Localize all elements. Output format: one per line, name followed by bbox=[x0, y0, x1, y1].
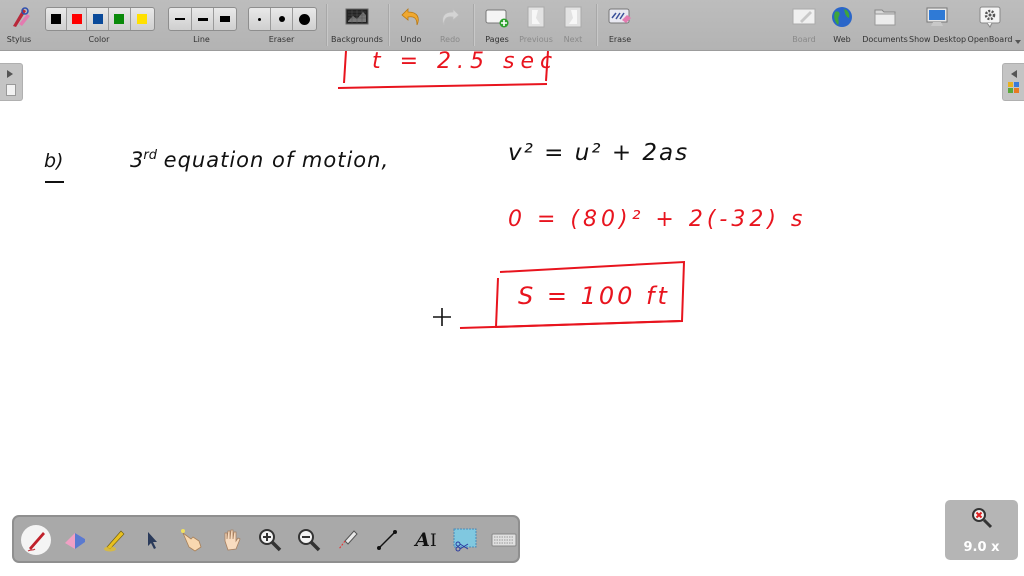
globe-icon bbox=[832, 7, 852, 27]
undo-label: Undo bbox=[400, 35, 422, 44]
arrow-cursor-icon bbox=[148, 532, 157, 549]
line-label: Line bbox=[193, 35, 210, 44]
next-page-button[interactable]: Next bbox=[556, 0, 590, 50]
eraser-tool[interactable] bbox=[60, 525, 90, 555]
undo-icon bbox=[401, 8, 419, 26]
ink-result: S = 100 ft bbox=[518, 282, 670, 310]
board-button[interactable]: Board bbox=[786, 0, 822, 50]
previous-page-icon bbox=[527, 6, 545, 28]
documents-label: Documents bbox=[862, 35, 908, 44]
folder-icon bbox=[874, 9, 896, 26]
ink-equation: v² = u² + 2as bbox=[508, 140, 690, 166]
web-label: Web bbox=[833, 35, 851, 44]
zoom-in-tool[interactable] bbox=[255, 525, 285, 555]
color-group: Color bbox=[45, 0, 153, 50]
ink-heading-text: equation of motion, bbox=[163, 148, 390, 172]
backgrounds-icon bbox=[345, 8, 369, 25]
ink-part-label: b) bbox=[44, 150, 64, 172]
erase-label: Erase bbox=[608, 35, 632, 44]
zoom-level: 9.0 x bbox=[963, 540, 1000, 555]
backgrounds-button[interactable]: Backgrounds bbox=[330, 0, 384, 50]
whiteboard-canvas[interactable] bbox=[0, 51, 1024, 515]
pages-label: Pages bbox=[485, 35, 509, 44]
highlighter-icon bbox=[104, 530, 125, 552]
line-icon bbox=[377, 530, 397, 550]
zoom-out-tool[interactable] bbox=[294, 525, 324, 555]
redo-button[interactable]: Redo bbox=[432, 0, 468, 50]
bottom-toolbar: AI bbox=[12, 515, 520, 563]
divider bbox=[596, 4, 597, 46]
ink-box-top-left bbox=[343, 51, 347, 84]
divider bbox=[473, 4, 474, 46]
laser-pointer-tool[interactable] bbox=[333, 525, 363, 555]
monitor-icon bbox=[926, 7, 948, 26]
undo-button[interactable]: Undo bbox=[393, 0, 429, 50]
openboard-label: OpenBoard bbox=[967, 35, 1013, 44]
board-label: Board bbox=[792, 35, 816, 44]
previous-page-button[interactable]: Previous bbox=[516, 0, 556, 50]
line-tool[interactable] bbox=[372, 525, 402, 555]
ink-heading-num: 3 bbox=[130, 148, 144, 172]
erase-button[interactable]: Erase bbox=[601, 0, 639, 50]
capture-icon bbox=[453, 528, 477, 552]
divider bbox=[388, 4, 389, 46]
capture-tool[interactable] bbox=[450, 525, 480, 555]
keyboard-tool[interactable] bbox=[489, 525, 519, 555]
previous-label: Previous bbox=[519, 35, 553, 44]
stylus-label: Stylus bbox=[6, 35, 32, 44]
top-toolbar: Stylus Color Line Eraser Backgrounds Und… bbox=[0, 0, 1024, 51]
crosshair-cursor-icon bbox=[433, 308, 451, 326]
eraser-icon bbox=[65, 533, 85, 549]
ink-heading: 3rd equation of motion, bbox=[130, 148, 389, 172]
redo-label: Redo bbox=[439, 35, 461, 44]
stylus-button[interactable]: Stylus bbox=[0, 0, 38, 50]
stylus-icon bbox=[13, 7, 30, 27]
pages-button[interactable]: Pages bbox=[478, 0, 516, 50]
dropdown-arrow-icon[interactable] bbox=[1015, 40, 1021, 44]
laser-pointer-icon bbox=[338, 530, 358, 550]
erase-board-icon bbox=[608, 8, 631, 24]
ink-box-top-bottom bbox=[337, 83, 548, 89]
text-tool[interactable]: AI bbox=[411, 525, 441, 555]
zoom-reset-icon bbox=[972, 508, 993, 529]
ink-result-underline bbox=[459, 320, 681, 329]
highlighter-tool[interactable] bbox=[99, 525, 129, 555]
pen-icon bbox=[21, 525, 51, 555]
redo-icon bbox=[442, 8, 460, 26]
documents-button[interactable]: Documents bbox=[862, 0, 908, 50]
selector-tool[interactable] bbox=[138, 525, 168, 555]
backgrounds-label: Backgrounds bbox=[331, 35, 383, 44]
show-desktop-button[interactable]: Show Desktop bbox=[909, 0, 967, 50]
next-page-icon bbox=[564, 6, 582, 28]
pointing-hand-icon bbox=[181, 529, 202, 552]
text-icon: AI bbox=[415, 529, 437, 551]
eraser-label: Eraser bbox=[268, 35, 295, 44]
hand-tool[interactable] bbox=[216, 525, 246, 555]
add-page-icon bbox=[485, 9, 509, 28]
web-button[interactable]: Web bbox=[825, 0, 859, 50]
line-group: Line bbox=[168, 0, 235, 50]
zoom-in-icon bbox=[259, 529, 282, 552]
zoom-out-icon bbox=[298, 529, 321, 552]
eraser-group: Eraser bbox=[248, 0, 315, 50]
openboard-button[interactable]: OpenBoard bbox=[966, 0, 1014, 50]
next-label: Next bbox=[563, 35, 583, 44]
pen-tool[interactable] bbox=[21, 525, 51, 555]
color-label: Color bbox=[88, 35, 110, 44]
hand-icon bbox=[224, 529, 241, 551]
show-desktop-label: Show Desktop bbox=[909, 35, 967, 44]
gear-icon bbox=[979, 6, 1001, 28]
ink-heading-sup: rd bbox=[143, 148, 157, 163]
zoom-indicator[interactable]: 9.0 x bbox=[945, 500, 1018, 560]
keyboard-icon bbox=[491, 533, 517, 547]
ink-substitution: 0 = (80)² + 2(-32) s bbox=[508, 207, 807, 232]
ink-top-answer: t = 2.5 sec bbox=[372, 49, 559, 74]
interact-tool[interactable] bbox=[177, 525, 207, 555]
board-icon bbox=[792, 8, 816, 25]
divider bbox=[326, 4, 327, 46]
